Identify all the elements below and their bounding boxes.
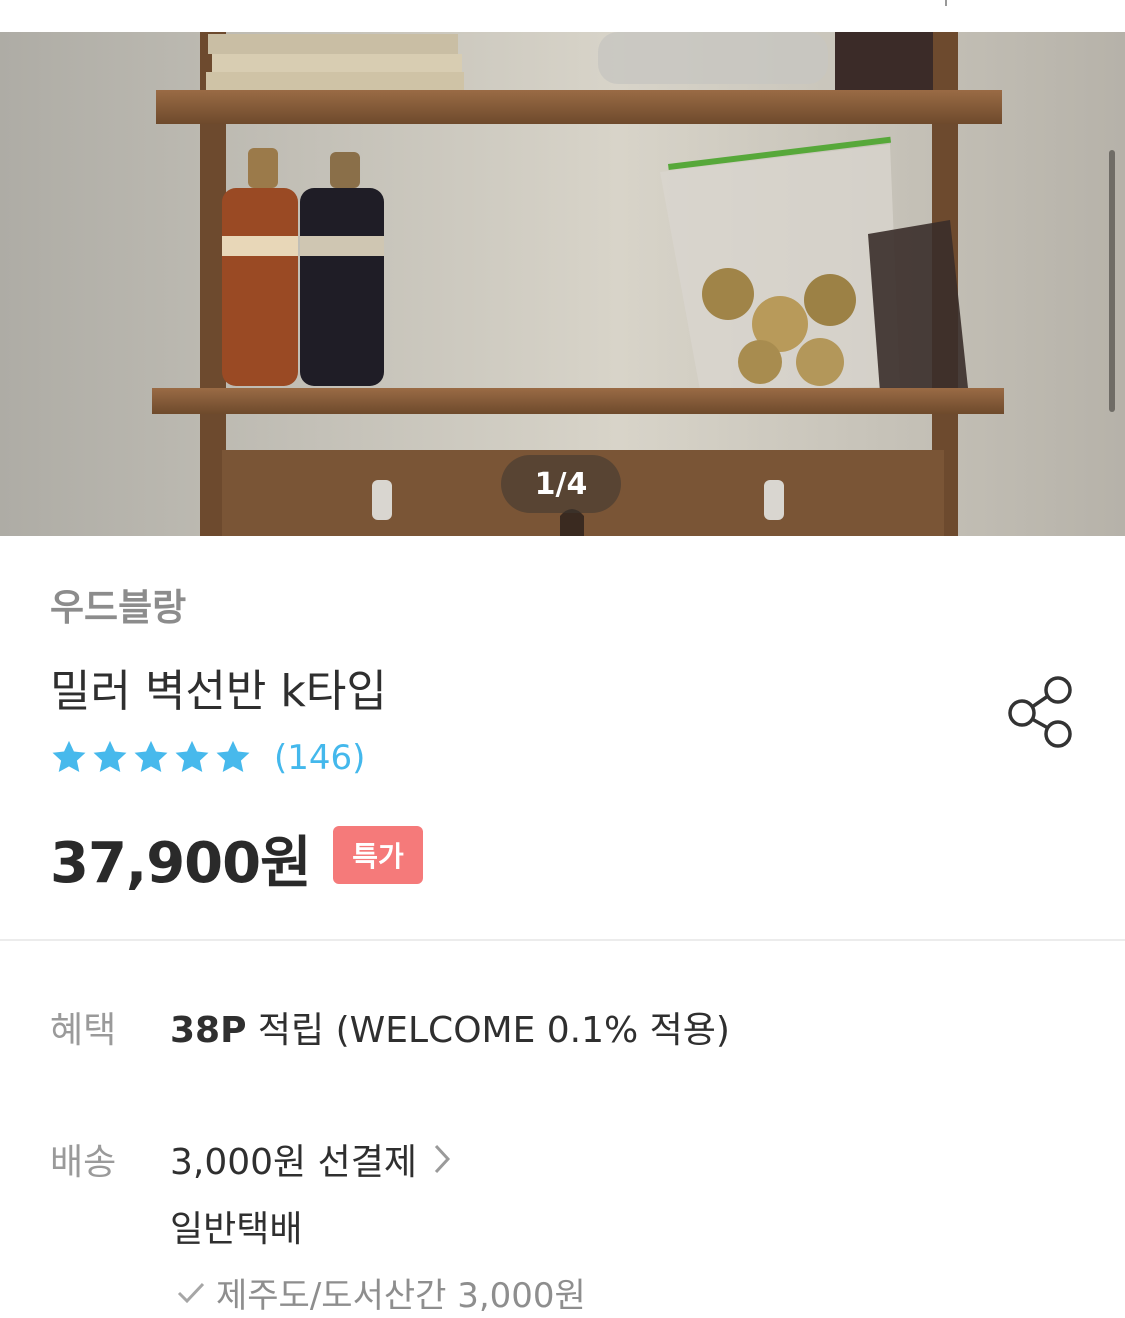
product-price: 37,900원 [50, 831, 312, 896]
special-price-badge: 특가 [333, 826, 423, 884]
star-icon [134, 740, 168, 773]
gallery-scrollbar[interactable] [1109, 150, 1115, 412]
delivery-fee-link[interactable]: 3,000원 선결제 [170, 1133, 453, 1185]
delivery-label: 배송 [50, 1142, 117, 1183]
brand-name[interactable]: 우드블랑 [50, 577, 186, 631]
delivery-method: 일반택배 [170, 1209, 303, 1250]
benefit-points-detail: 적립 (WELCOME 0.1% 적용) [246, 1010, 730, 1051]
top-strip [0, 0, 1125, 32]
share-button[interactable] [1004, 672, 1080, 752]
star-icon [216, 740, 250, 773]
product-image-gallery[interactable]: 1/4 [0, 32, 1125, 536]
benefit-points-text: 38P 적립 (WELCOME 0.1% 적용) [170, 1001, 730, 1053]
delivery-fee-text: 3,000원 선결제 [170, 1142, 417, 1183]
top-edge-mark [945, 0, 947, 6]
review-count-link[interactable]: (146) [274, 738, 365, 778]
star-icon [175, 740, 209, 773]
delivery-extra-fee-text: 제주도/도서산간 3,000원 [216, 1276, 586, 1316]
check-icon [177, 1282, 205, 1303]
share-icon [1008, 676, 1072, 748]
star-icon [93, 740, 127, 773]
image-pager-indicator: 1/4 [501, 455, 621, 513]
section-divider [0, 939, 1125, 941]
benefit-label: 혜택 [50, 1010, 117, 1051]
chevron-right-icon [434, 1144, 451, 1174]
rating-stars[interactable] [50, 738, 255, 776]
star-icon [52, 740, 86, 773]
product-title: 밀러 벽선반 k타입 [50, 666, 387, 717]
delivery-extra-fee: 제주도/도서산간 3,000원 [176, 1268, 586, 1317]
benefit-points-amount: 38P [170, 1010, 247, 1051]
